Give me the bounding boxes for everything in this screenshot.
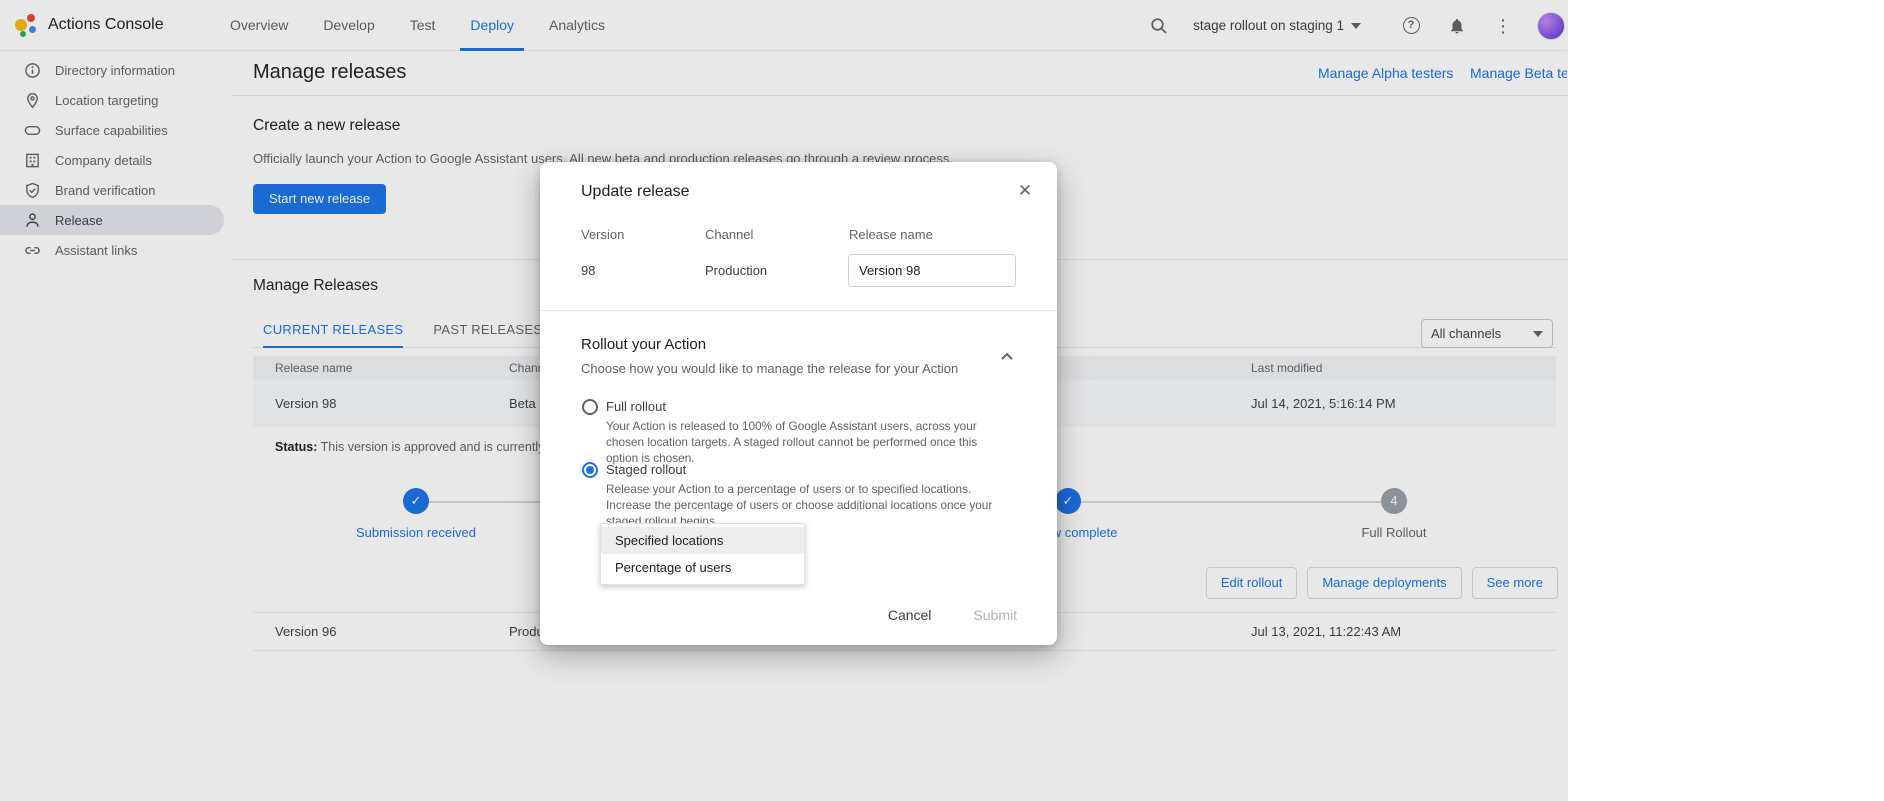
actions-console-app: Actions Console Overview Develop Test De… xyxy=(0,0,1568,801)
update-release-dialog: Update release ✕ Version Channel Release… xyxy=(540,162,1057,645)
full-rollout-label[interactable]: Full rollout xyxy=(606,399,666,414)
release-name-label: Release name xyxy=(849,227,933,242)
staged-rollout-radio[interactable] xyxy=(582,462,598,478)
channel-value: Production xyxy=(705,263,767,278)
close-icon[interactable]: ✕ xyxy=(1013,179,1037,203)
channel-label: Channel xyxy=(705,227,753,242)
release-name-input[interactable] xyxy=(848,254,1016,287)
staged-rollout-label[interactable]: Staged rollout xyxy=(606,462,686,477)
divider xyxy=(540,310,1057,311)
rollout-subheading: Choose how you would like to manage the … xyxy=(581,361,958,376)
chevron-up-icon[interactable] xyxy=(997,346,1017,366)
submit-button[interactable]: Submit xyxy=(973,607,1017,623)
rollout-heading: Rollout your Action xyxy=(581,336,706,353)
version-label: Version xyxy=(581,227,624,242)
full-rollout-radio[interactable] xyxy=(582,399,598,415)
menu-item-percentage-of-users[interactable]: Percentage of users xyxy=(601,554,804,581)
rollout-type-menu: Specified locations Percentage of users xyxy=(600,523,805,585)
full-rollout-description: Your Action is released to 100% of Googl… xyxy=(606,418,1008,466)
menu-item-specified-locations[interactable]: Specified locations xyxy=(601,527,804,554)
version-value: 98 xyxy=(581,263,595,278)
dialog-title: Update release xyxy=(581,183,690,201)
dialog-actions: Cancel Submit xyxy=(888,607,1017,623)
staged-rollout-description: Release your Action to a percentage of u… xyxy=(606,481,1008,529)
cancel-button[interactable]: Cancel xyxy=(888,607,932,623)
